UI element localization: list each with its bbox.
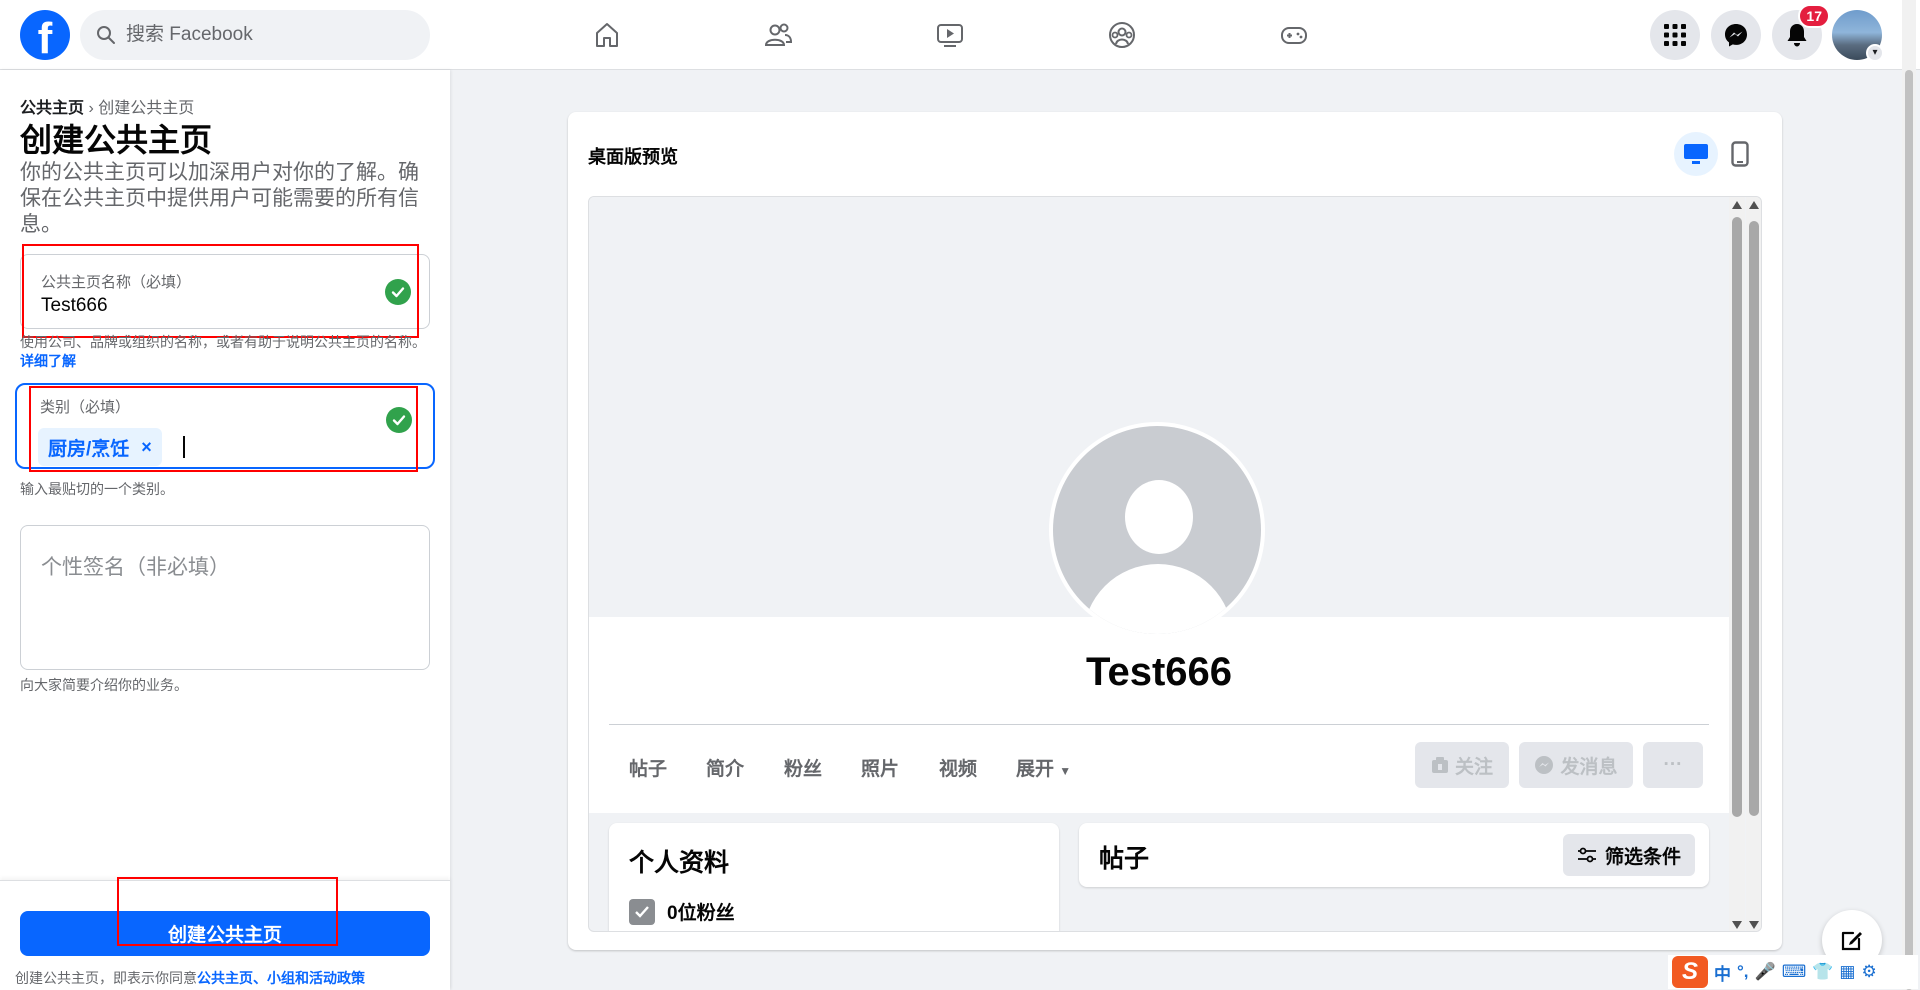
notifications-button[interactable]: 17 [1772,4,1830,60]
page-description: 你的公共主页可以加深用户对你的了解。确保在公共主页中提供用户可能需要的所有信息。 [20,161,419,236]
create-page-form-panel: 公共主页 › 创建公共主页 创建公共主页 你的公共主页可以加深用户对你的了解。确… [0,70,450,990]
preview-frame: Test666 帖子 简介 粉丝 照片 视频 展开 ▼ 关注 发消息 ··· 个… [588,196,1762,932]
compose-icon [1841,931,1862,951]
nav-friends[interactable] [723,10,833,60]
tab-about[interactable]: 简介 [706,754,744,781]
skin-icon[interactable]: 👕 [1812,962,1833,982]
desktop-preview-card: 桌面版预览 Test666 帖子 简介 粉丝 照片 视频 展开 ▼ 关注 发消息… [568,112,1782,950]
groups-icon [1109,22,1135,48]
filter-icon [1577,847,1596,863]
posts-card: 帖子 筛选条件 [1079,823,1709,887]
follow-icon [1431,757,1448,773]
terms-prefix: 创建公共主页，即表示你同意 [15,970,197,986]
friends-icon [764,23,793,46]
page-name-help: 使用公司、品牌或组织的名称，或者有助于说明公共主页的名称。详细了解 [20,333,430,371]
search-icon [97,26,115,44]
tab-photos[interactable]: 照片 [861,754,899,781]
terms-text: 创建公共主页，即表示你同意公共主页、小组和活动政策 [15,968,365,988]
posts-title: 帖子 [1099,845,1150,873]
page-name-value[interactable]: Test666 [41,295,108,317]
followers-count: 0位粉丝 [667,903,735,924]
divider [609,724,1709,725]
ime-mode[interactable]: 中 [1714,960,1731,985]
create-page-button[interactable]: 创建公共主页 [20,911,430,956]
preview-scrollbar[interactable] [1729,197,1745,931]
home-icon [596,23,618,47]
bio-help: 向大家简要介绍你的业务。 [20,677,188,693]
mobile-preview-button[interactable] [1718,132,1762,176]
preview-scrollbar-outer[interactable] [1746,197,1761,931]
account-avatar[interactable]: ▾ [1832,10,1884,62]
keyboard-icon[interactable]: ⌨ [1782,962,1807,982]
preview-title: 桌面版预览 [588,147,678,167]
page-title: 创建公共主页 [20,122,213,158]
text-caret [183,436,185,458]
page-name-help-text: 使用公司、品牌或组织的名称，或者有助于说明公共主页的名称。 [20,334,426,350]
settings-icon[interactable]: ⚙ [1861,962,1876,982]
more-icon: ··· [1663,754,1683,775]
followers-icon [629,898,655,925]
search-input[interactable] [126,24,406,46]
menu-button[interactable] [1650,10,1700,60]
nav-watch[interactable] [895,10,1005,60]
nav-gaming[interactable] [1239,10,1349,60]
nav-groups[interactable] [1067,10,1177,60]
page-name-label: 公共主页名称（必填） [41,274,192,291]
follow-label: 关注 [1454,756,1493,778]
microphone-icon[interactable]: 🎤 [1755,962,1776,982]
page-scrollbar[interactable] [1902,0,1916,990]
toolbox-icon[interactable]: ▦ [1839,962,1855,982]
policy-link[interactable]: 公共主页、小组和活动政策 [197,970,365,986]
ime-toolbar[interactable]: S 中 °, 🎤 ⌨ 👕 ▦ ⚙ [1668,955,1918,989]
tab-videos[interactable]: 视频 [939,754,977,781]
top-navigation-bar: f 17 ▾ [0,0,1920,70]
notification-count-badge: 17 [1798,4,1830,28]
messenger-icon [1725,24,1747,47]
form-footer: 创建公共主页 创建公共主页，即表示你同意公共主页、小组和活动政策 [0,880,450,990]
nav-home[interactable] [552,10,662,60]
remove-chip-icon[interactable]: × [141,437,152,458]
desktop-icon [1684,144,1708,164]
profile-name: Test666 [1085,650,1232,694]
profile-picture [1049,422,1265,638]
tab-more-label: 展开 [1016,759,1055,780]
followers-count-row: 0位粉丝 [629,898,735,925]
valid-check-icon [386,407,412,433]
filter-button[interactable]: 筛选条件 [1562,834,1695,876]
category-field[interactable]: 类别（必填） 厨房/烹饪 × [20,388,430,466]
message-button[interactable]: 发消息 [1519,742,1633,788]
intro-card: 个人资料 0位粉丝 [609,823,1059,931]
chevron-down-icon: ▾ [1866,44,1884,62]
apps-grid-icon [1664,24,1686,46]
watch-icon [937,24,963,47]
ime-logo[interactable]: S [1672,956,1708,988]
ime-punctuation[interactable]: °, [1737,962,1749,982]
intro-title: 个人资料 [629,849,730,877]
filter-label: 筛选条件 [1604,846,1681,868]
caret-down-icon: ▼ [1059,764,1072,778]
message-label: 发消息 [1560,756,1618,778]
category-help: 输入最贴切的一个类别。 [20,481,174,497]
gaming-icon [1281,27,1307,44]
tab-posts[interactable]: 帖子 [629,754,667,781]
mobile-icon [1731,141,1749,167]
tab-more[interactable]: 展开 ▼ [1016,754,1071,781]
messenger-button[interactable] [1711,10,1761,60]
learn-more-link[interactable]: 详细了解 [20,353,76,369]
desktop-preview-button[interactable] [1674,132,1718,176]
follow-button[interactable]: 关注 [1415,742,1509,788]
tab-followers[interactable]: 粉丝 [784,754,822,781]
valid-check-icon [385,279,411,305]
bio-textarea[interactable] [20,525,430,670]
category-label: 类别（必填） [40,399,131,416]
page-name-field[interactable]: 公共主页名称（必填） Test666 [20,254,430,329]
messenger-icon [1535,756,1554,774]
search-bar[interactable] [80,10,430,60]
category-chip-label: 厨房/烹饪 [48,438,130,460]
more-options-button[interactable]: ··· [1643,742,1703,788]
category-chip: 厨房/烹饪 × [38,428,162,466]
facebook-logo[interactable]: f [20,10,70,60]
